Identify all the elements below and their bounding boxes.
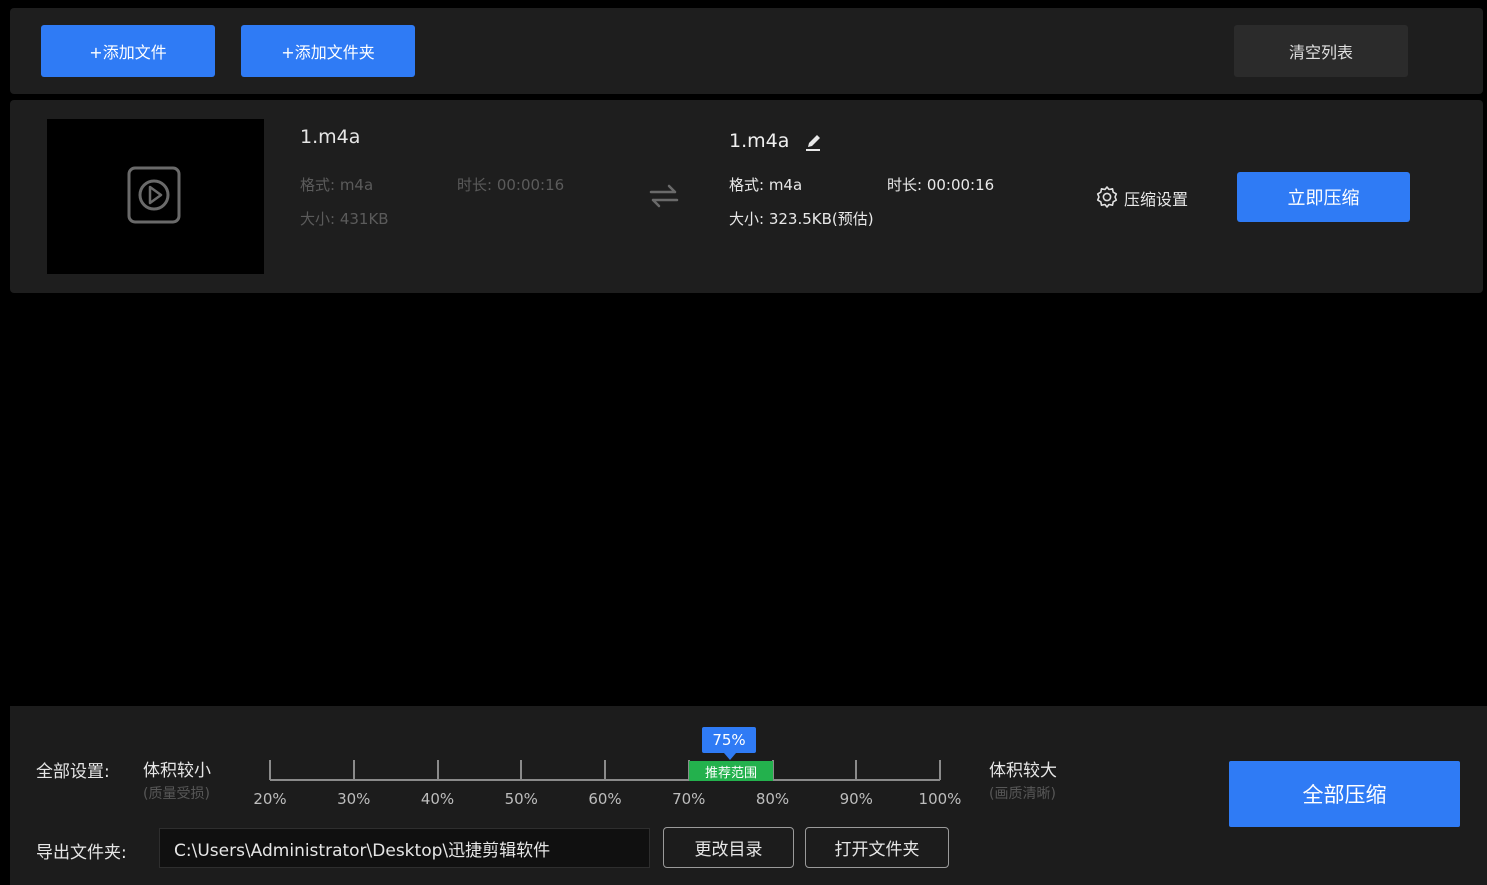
edit-pencil-icon[interactable] [804,132,824,152]
slider-tick-label: 80% [755,790,790,808]
slider-tick-label: 20% [253,790,287,808]
slider-tick [352,760,355,780]
add-file-button[interactable]: +添加文件 [41,25,215,77]
change-directory-button[interactable]: 更改目录 [663,827,794,868]
all-settings-label: 全部设置: [36,762,110,782]
source-format: 格式: m4a [300,176,374,194]
slider-max-label: 体积较大 [989,761,1057,781]
export-path-input[interactable] [159,828,650,868]
slider-handle-pointer [724,753,736,760]
recommended-range-badge: 推荐范围 [689,761,773,781]
source-size: 大小: 431KB [300,210,389,228]
slider-min-sublabel: (质量受损) [143,786,210,802]
slider-tick-label: 30% [337,790,371,808]
slider-tick-label: 90% [839,790,873,808]
slider-tick-label: 60% [588,790,622,808]
slider-tick [520,760,523,780]
output-duration: 时长: 00:00:16 [887,176,995,194]
media-file-icon [127,166,181,224]
slider-tick [939,760,941,780]
slider-max-sublabel: (画质清晰) [989,786,1056,802]
slider-tick [436,760,439,780]
output-file-name: 1.m4a [729,130,790,152]
open-folder-button[interactable]: 打开文件夹 [805,827,949,868]
source-file-name: 1.m4a [300,126,361,148]
slider-tick [604,760,606,780]
slider-value-handle[interactable]: 75% [702,727,756,753]
export-folder-label: 导出文件夹: [36,843,127,863]
output-format: 格式: m4a [729,176,803,194]
slider-tick-label: 50% [504,790,538,808]
add-folder-button[interactable]: +添加文件夹 [241,25,415,77]
gear-icon[interactable] [1095,185,1119,209]
slider-tick-label: 40% [420,790,455,808]
slider-tick [269,760,271,780]
slider-tick-label: 100% [918,790,962,808]
compress-settings-link[interactable]: 压缩设置 [1124,186,1188,210]
slider-tick-label: 70% [672,790,706,808]
compress-now-button[interactable]: 立即压缩 [1237,172,1410,222]
output-size: 大小: 323.5KB(预估) [729,210,874,228]
clear-list-button[interactable]: 清空列表 [1234,25,1408,77]
slider-tick [855,760,858,780]
swap-arrows-icon [649,184,679,208]
slider-min-label: 体积较小 [143,761,211,781]
compress-all-button[interactable]: 全部压缩 [1229,761,1460,827]
source-duration: 时长: 00:00:16 [457,176,565,194]
